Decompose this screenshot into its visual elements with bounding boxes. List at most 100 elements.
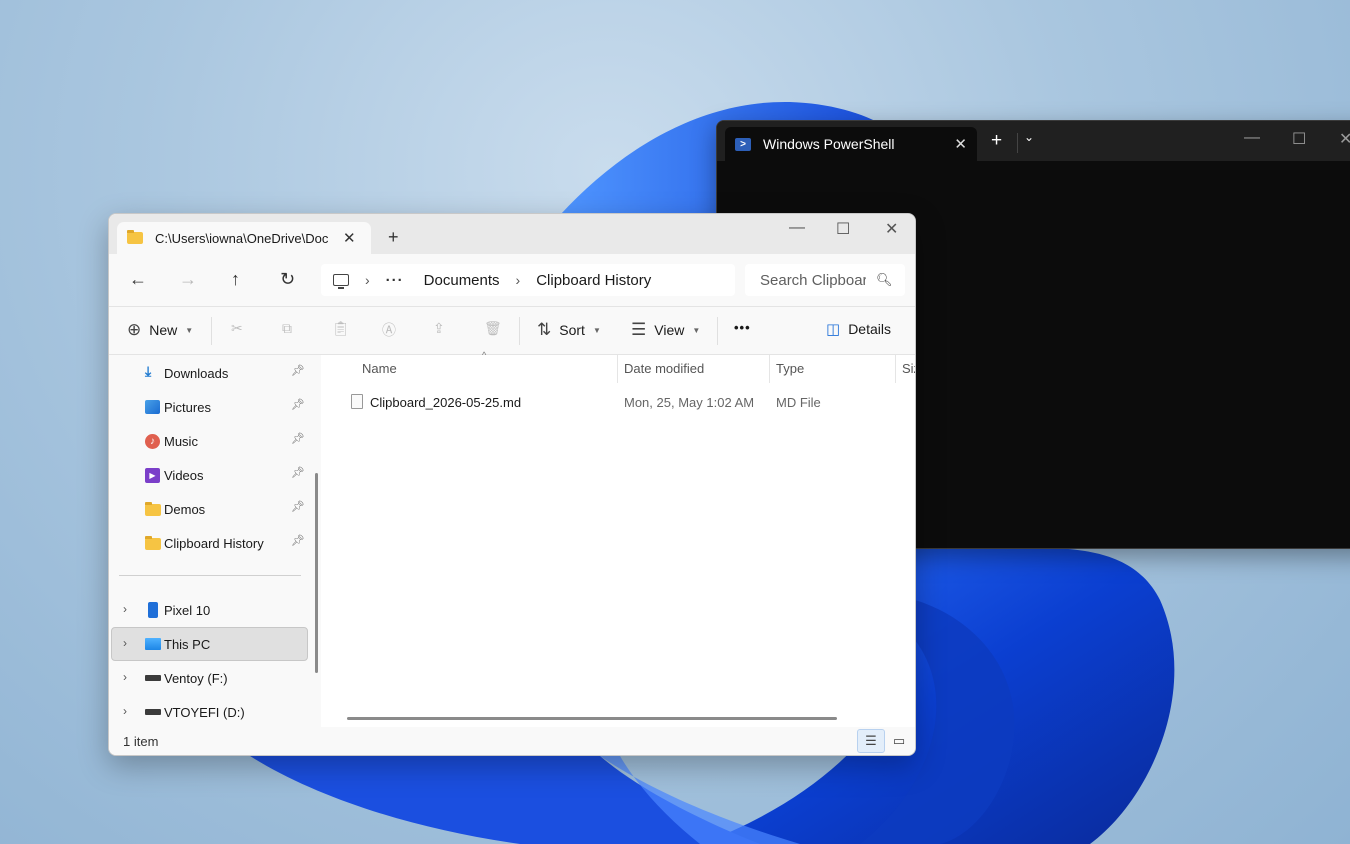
breadcrumb-chevron-icon[interactable]: › <box>365 272 370 288</box>
rename-icon[interactable]: Ⓐ <box>382 320 396 340</box>
sort-ascending-icon: ^ <box>482 350 487 360</box>
explorer-tab-title: C:\Users\iowna\OneDrive\Documents\Clipbo… <box>155 230 329 246</box>
sidebar-item-demos[interactable]: Demos 📌︎ <box>111 492 307 526</box>
terminal-close-button[interactable]: ✕ <box>1339 129 1350 149</box>
toolbar-divider <box>519 317 520 345</box>
breadcrumb-documents[interactable]: Documents <box>424 272 500 289</box>
new-button[interactable]: ⊕ New ▼ <box>127 320 193 340</box>
explorer-new-tab-button[interactable]: + <box>388 227 399 247</box>
column-header-size[interactable]: Size <box>902 361 915 376</box>
sidebar-item-this-pc[interactable]: › This PC <box>111 627 308 661</box>
column-header-type[interactable]: Type <box>776 361 804 376</box>
drive-icon <box>145 675 161 681</box>
file-icon <box>351 394 363 409</box>
sidebar-item-pictures[interactable]: Pictures 📌︎ <box>111 390 307 424</box>
item-count: 1 item <box>123 734 159 749</box>
explorer-body: ⤓ Downloads 📌︎ Pictures 📌︎ ♪ Music 📌︎ ▶ … <box>109 350 915 727</box>
navigation-pane[interactable]: ⤓ Downloads 📌︎ Pictures 📌︎ ♪ Music 📌︎ ▶ … <box>109 355 321 727</box>
details-pane-button[interactable]: ◫ Details <box>826 320 891 338</box>
terminal-titlebar[interactable]: > Windows PowerShell ✕ + ⌄ — ☐ ✕ <box>717 121 1350 161</box>
column-divider[interactable] <box>769 355 770 383</box>
command-bar: ⊕ New ▼ ✂ ⧉ 📋︎ Ⓐ ⇪ 🗑︎ ⇅ Sort ▼ ☰ View ▼ … <box>109 306 915 355</box>
phone-icon <box>148 602 158 618</box>
horizontal-scrollbar[interactable] <box>347 717 837 720</box>
column-header-name[interactable]: Name <box>362 361 397 376</box>
forward-arrow-icon[interactable]: → <box>179 268 197 290</box>
address-bar[interactable]: › ··· Documents › Clipboard History <box>321 264 735 296</box>
this-pc-icon[interactable] <box>333 274 349 289</box>
explorer-tab[interactable]: C:\Users\iowna\OneDrive\Documents\Clipbo… <box>117 222 371 254</box>
folder-icon <box>145 502 161 516</box>
file-type: MD File <box>776 395 821 410</box>
delete-icon[interactable]: 🗑︎ <box>484 320 502 337</box>
folder-icon <box>145 536 161 550</box>
copy-icon[interactable]: ⧉ <box>282 320 292 337</box>
sidebar-item-label: Music <box>164 433 198 449</box>
chevron-down-icon: ▼ <box>592 325 601 335</box>
sidebar-item-clipboard-history[interactable]: Clipboard History 📌︎ <box>111 526 307 560</box>
sidebar-item-downloads[interactable]: ⤓ Downloads 📌︎ <box>111 356 307 390</box>
breadcrumb-overflow-button[interactable]: ··· <box>386 272 404 289</box>
folder-icon <box>127 230 143 244</box>
search-box[interactable]: Search Clipboard History 🔍︎ <box>745 264 905 296</box>
pin-icon: 📌︎ <box>291 535 305 547</box>
file-row[interactable]: Clipboard_2026-05-25.md Mon, 25, May 1:0… <box>345 389 915 415</box>
toolbar-divider <box>211 317 212 345</box>
search-input[interactable]: Search Clipboard History <box>760 272 866 289</box>
sort-icon: ⇅ <box>537 320 552 339</box>
explorer-titlebar[interactable]: C:\Users\iowna\OneDrive\Documents\Clipbo… <box>109 214 915 254</box>
chevron-right-icon[interactable]: › <box>123 602 127 616</box>
up-arrow-icon[interactable]: ↑ <box>231 268 240 290</box>
view-button-label: View <box>654 322 685 338</box>
see-more-button[interactable]: ••• <box>734 320 751 335</box>
view-list-icon: ☰ <box>631 320 647 339</box>
terminal-dropdown-chevron-icon[interactable]: ⌄ <box>1024 130 1034 144</box>
chevron-right-icon[interactable]: › <box>123 704 127 718</box>
terminal-maximize-button[interactable]: ☐ <box>1292 129 1306 149</box>
sidebar-item-ventoy[interactable]: › Ventoy (F:) <box>111 661 307 695</box>
this-pc-icon <box>145 638 161 650</box>
terminal-tab-close-button[interactable]: ✕ <box>954 135 967 153</box>
tiles-view-icon[interactable]: ▭ <box>885 729 913 753</box>
explorer-tab-close-button[interactable]: ✕ <box>343 229 356 247</box>
file-name: Clipboard_2026-05-25.md <box>370 395 522 410</box>
terminal-new-tab-button[interactable]: + <box>991 131 1002 151</box>
search-icon[interactable]: 🔍︎ <box>876 272 893 288</box>
terminal-minimize-button[interactable]: — <box>1244 129 1260 147</box>
share-icon[interactable]: ⇪ <box>433 320 445 337</box>
breadcrumb-chevron-icon[interactable]: › <box>516 272 521 288</box>
sidebar-item-pixel-10[interactable]: › Pixel 10 <box>111 593 307 627</box>
paste-icon[interactable]: 📋︎ <box>332 320 350 337</box>
sidebar-scrollbar[interactable] <box>315 473 318 673</box>
back-arrow-icon[interactable]: ← <box>129 268 147 290</box>
sidebar-item-vtoyefi[interactable]: › VTOYEFI (D:) <box>111 695 307 729</box>
column-header-date-modified[interactable]: Date modified <box>624 361 704 376</box>
explorer-maximize-button[interactable]: ☐ <box>836 219 850 239</box>
sidebar-item-label: Pixel 10 <box>164 602 211 618</box>
column-divider[interactable] <box>895 355 896 383</box>
explorer-close-button[interactable]: ✕ <box>885 219 898 239</box>
sidebar-item-label: Pictures <box>164 399 211 415</box>
explorer-minimize-button[interactable]: — <box>789 219 805 237</box>
breadcrumb-clipboard-history[interactable]: Clipboard History <box>536 272 651 289</box>
sidebar-item-label: Videos <box>164 467 204 483</box>
sidebar-item-music[interactable]: ♪ Music 📌︎ <box>111 424 307 458</box>
details-button-label: Details <box>848 321 891 337</box>
details-view-icon[interactable]: ☰ <box>857 729 885 753</box>
column-divider[interactable] <box>617 355 618 383</box>
new-button-label: New <box>149 322 178 338</box>
chevron-right-icon[interactable]: › <box>123 670 127 684</box>
pictures-icon <box>145 400 160 414</box>
file-explorer-window[interactable]: C:\Users\iowna\OneDrive\Documents\Clipbo… <box>108 213 916 756</box>
sort-button[interactable]: ⇅ Sort ▼ <box>537 320 601 340</box>
sidebar-item-label: VTOYEFI (D:) <box>164 704 245 720</box>
chevron-right-icon[interactable]: › <box>123 636 127 650</box>
refresh-icon[interactable]: ↻ <box>280 268 295 290</box>
sidebar-item-videos[interactable]: ▶ Videos 📌︎ <box>111 458 307 492</box>
pin-icon: 📌︎ <box>291 399 305 411</box>
cut-icon[interactable]: ✂ <box>231 320 243 337</box>
view-button[interactable]: ☰ View ▼ <box>631 320 700 340</box>
details-pane-icon: ◫ <box>826 321 841 338</box>
file-list-view[interactable]: ^ Name Date modified Type Size Clipboard… <box>327 350 915 727</box>
terminal-tab-powershell[interactable]: > Windows PowerShell ✕ <box>725 127 977 161</box>
